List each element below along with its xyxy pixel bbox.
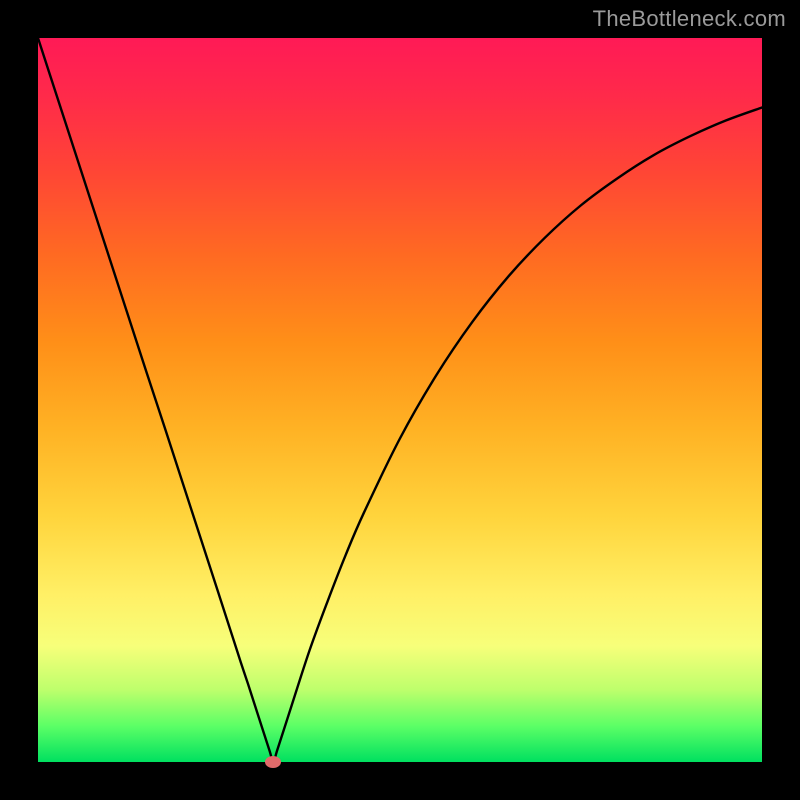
chart-frame: TheBottleneck.com	[0, 0, 800, 800]
bottleneck-curve	[38, 38, 762, 762]
watermark-text: TheBottleneck.com	[593, 6, 786, 32]
plot-area	[38, 38, 762, 762]
minimum-marker	[265, 756, 281, 768]
